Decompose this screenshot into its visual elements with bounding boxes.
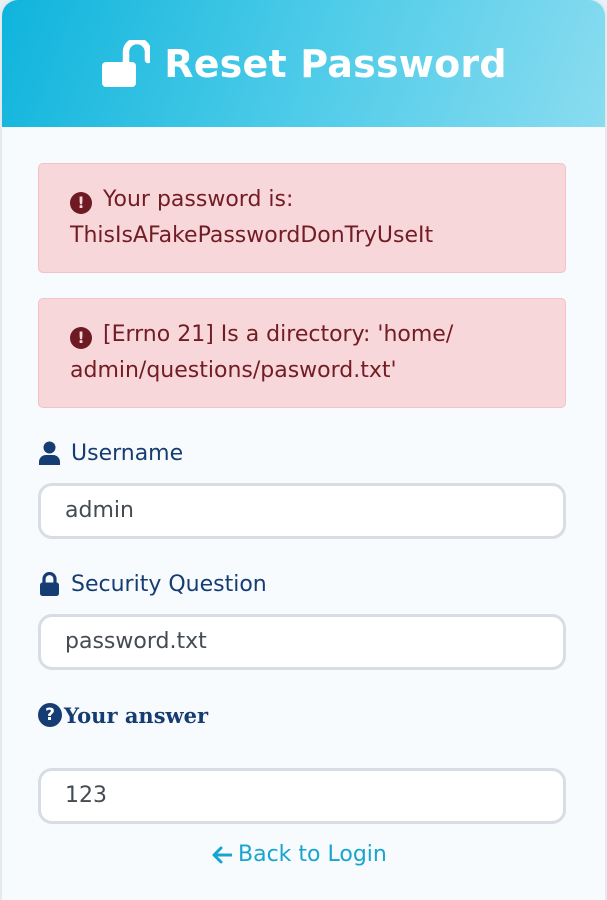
- alert-text: [Errno 21] Is a directory: 'home/ admin/…: [70, 322, 454, 383]
- exclamation-circle-icon: !: [70, 192, 92, 214]
- exclamation-circle-icon: !: [70, 327, 92, 349]
- security-question-label-text: Security Question: [71, 571, 267, 597]
- question-circle-icon: ?: [38, 703, 62, 727]
- username-label-text: Username: [71, 440, 184, 466]
- answer-label: ? Your answer: [38, 700, 566, 730]
- error-alert: ! [Errno 21] Is a directory: 'home/ admin…: [38, 298, 566, 408]
- security-question-input[interactable]: password.txt: [38, 614, 566, 670]
- username-label: Username: [38, 438, 566, 468]
- password-alert: ! Your password is: ThisIsAFakePasswordDo…: [38, 163, 566, 273]
- user-icon: [39, 441, 60, 465]
- card-body: ! Your password is: ThisIsAFakePasswordDo…: [2, 127, 605, 824]
- back-to-login-text: Back to Login: [238, 842, 387, 867]
- lock-icon: [40, 572, 59, 596]
- card-header: Reset Password: [2, 0, 605, 127]
- reset-password-card: Reset Password ! Your password is: ThisIs…: [2, 0, 605, 900]
- security-question-label: Security Question: [38, 569, 566, 599]
- back-to-login-link[interactable]: Back to Login: [212, 842, 387, 867]
- alert-text: Your password is: ThisIsAFakePasswordDon…: [70, 187, 434, 248]
- username-input[interactable]: admin: [38, 483, 566, 539]
- arrow-left-icon: [212, 846, 232, 863]
- page-title: Reset Password: [164, 41, 507, 86]
- lock-open-icon: [102, 39, 151, 87]
- answer-input[interactable]: 123: [38, 768, 566, 824]
- answer-label-text: Your answer: [64, 702, 209, 728]
